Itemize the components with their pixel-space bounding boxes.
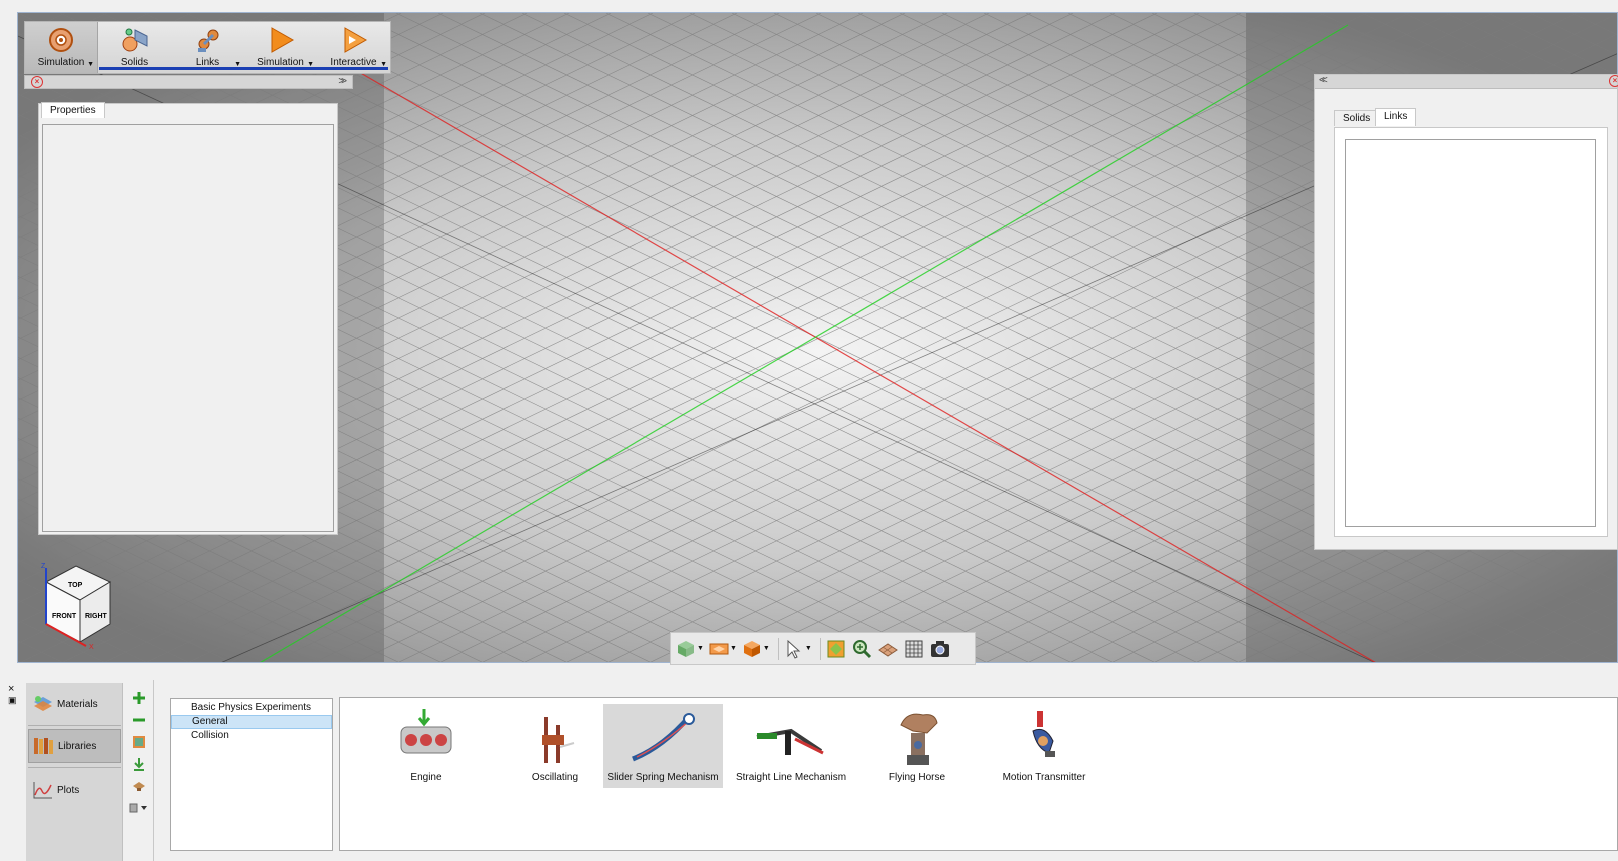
list-item-collision[interactable]: Collision	[171, 729, 332, 743]
example-label: Oscillating	[531, 772, 579, 783]
plots-icon	[32, 779, 54, 801]
view-cube-icon[interactable]	[675, 638, 697, 660]
chevron-down-icon[interactable]: ▼	[805, 645, 812, 652]
chevron-down-icon[interactable]: ▼	[87, 61, 94, 68]
import-icon[interactable]	[128, 732, 150, 752]
example-motion-transmitter[interactable]: Motion Transmitter	[984, 704, 1104, 788]
example-label: Straight Line Mechanism	[735, 772, 847, 783]
divider	[153, 680, 154, 861]
example-straight-line[interactable]: Straight Line Mechanism	[731, 704, 851, 788]
motion-transmitter-icon	[984, 704, 1104, 770]
properties-panel: Properties	[38, 102, 338, 535]
example-engine[interactable]: Engine	[366, 704, 486, 788]
example-label: Engine	[410, 772, 442, 783]
zoom-in-icon[interactable]	[851, 638, 873, 660]
solids-icon	[120, 25, 150, 55]
example-label: Flying Horse	[888, 772, 946, 783]
links-menu-button[interactable]: Links ▼	[171, 22, 244, 73]
tab-properties[interactable]: Properties	[41, 102, 105, 118]
view-toolbar: ▼ ▼ ▼ ▼	[670, 632, 976, 665]
solids-button[interactable]: Solids	[98, 22, 171, 73]
slider-spring-icon	[603, 704, 723, 770]
simulation-gear-icon	[46, 25, 76, 55]
straight-line-icon	[731, 704, 851, 770]
toolbar-separator	[777, 637, 779, 660]
interactive-play-icon	[339, 25, 369, 55]
libraries-icon	[33, 735, 55, 757]
properties-panel-titlebar[interactable]: × >>	[24, 75, 353, 89]
dock-side-nav: Materials Libraries Plots	[26, 683, 123, 861]
view-navigation-cube[interactable]: TOP FRONT RIGHT Z X	[38, 560, 118, 651]
oscillating-icon	[495, 704, 615, 770]
cube-right-label: RIGHT	[85, 613, 108, 620]
example-gallery: Engine Oscillating Slider Spring Mechani…	[339, 697, 1618, 851]
simulation-run-button[interactable]: Simulation ▼	[244, 22, 317, 73]
ribbon-label: Simulation	[37, 57, 85, 68]
plane-icon[interactable]	[708, 638, 730, 660]
example-label: Motion Transmitter	[1002, 772, 1086, 783]
close-icon[interactable]: ×	[8, 684, 17, 695]
cube-top-label: TOP	[68, 582, 83, 589]
download-icon[interactable]	[128, 754, 150, 774]
play-icon	[266, 25, 296, 55]
hat-icon[interactable]	[128, 776, 150, 796]
example-flying-horse[interactable]: Flying Horse	[857, 704, 977, 788]
properties-content	[42, 124, 334, 532]
example-oscillating[interactable]: Oscillating	[495, 704, 615, 788]
nav-label: Libraries	[58, 740, 97, 752]
floor-grid-icon[interactable]	[877, 638, 899, 660]
add-icon[interactable]	[128, 688, 150, 708]
close-icon[interactable]: ×	[31, 76, 43, 88]
solids-links-panel: << × Solids Links	[1314, 74, 1618, 550]
select-arrow-icon[interactable]	[783, 638, 805, 660]
interactive-button[interactable]: Interactive ▼	[317, 22, 390, 73]
expand-grip-icon[interactable]: <<	[1319, 75, 1328, 86]
links-icon	[193, 25, 223, 55]
links-list[interactable]	[1345, 139, 1596, 527]
nav-label: Materials	[57, 698, 98, 710]
axis-z-label: Z	[41, 563, 46, 570]
example-label: Slider Spring Mechanism	[607, 772, 719, 783]
materials-icon	[32, 693, 54, 715]
collapse-grip-icon[interactable]: >>	[338, 76, 347, 87]
right-panel-titlebar[interactable]: << ×	[1315, 75, 1618, 89]
grid-icon[interactable]	[903, 638, 925, 660]
links-tab-content	[1334, 127, 1608, 537]
tab-solids[interactable]: Solids	[1334, 110, 1380, 126]
engine-icon	[366, 704, 486, 770]
chevron-down-icon[interactable]: ▼	[763, 645, 770, 652]
remove-icon[interactable]	[128, 710, 150, 730]
close-icon[interactable]: ×	[1609, 75, 1618, 87]
zoom-fit-icon[interactable]	[825, 638, 847, 660]
list-item-general[interactable]: General	[171, 715, 332, 729]
float-icon[interactable]: ▣	[8, 695, 17, 706]
nav-separator	[28, 725, 121, 726]
ribbon-accent-line	[99, 67, 388, 70]
simulation-menu-button[interactable]: Simulation ▼	[25, 22, 98, 73]
nav-label: Plots	[57, 784, 80, 796]
nav-item-libraries[interactable]: Libraries	[28, 729, 121, 763]
example-slider-spring[interactable]: Slider Spring Mechanism	[603, 704, 723, 788]
axis-x-label: X	[89, 644, 94, 650]
chevron-down-icon[interactable]: ▼	[730, 645, 737, 652]
camera-icon[interactable]	[929, 638, 951, 660]
tab-links[interactable]: Links	[1375, 108, 1417, 126]
nav-item-plots[interactable]: Plots	[28, 773, 121, 807]
ribbon-toolbar: Simulation ▼ Solids Links ▼ Simulation ▼…	[24, 21, 391, 74]
toolbar-separator	[819, 637, 821, 660]
list-item-basic-physics[interactable]: Basic Physics Experiments	[171, 701, 332, 715]
chevron-down-icon[interactable]: ▼	[697, 645, 704, 652]
nav-separator	[28, 767, 121, 768]
solid-box-icon[interactable]	[741, 638, 763, 660]
view-mode-icon[interactable]	[128, 798, 150, 818]
cube-front-label: FRONT	[52, 613, 77, 620]
category-list: Basic Physics Experiments General Collis…	[170, 698, 333, 851]
nav-item-materials[interactable]: Materials	[28, 687, 121, 721]
flying-horse-icon	[857, 704, 977, 770]
dock-controls: × ▣	[8, 684, 17, 706]
